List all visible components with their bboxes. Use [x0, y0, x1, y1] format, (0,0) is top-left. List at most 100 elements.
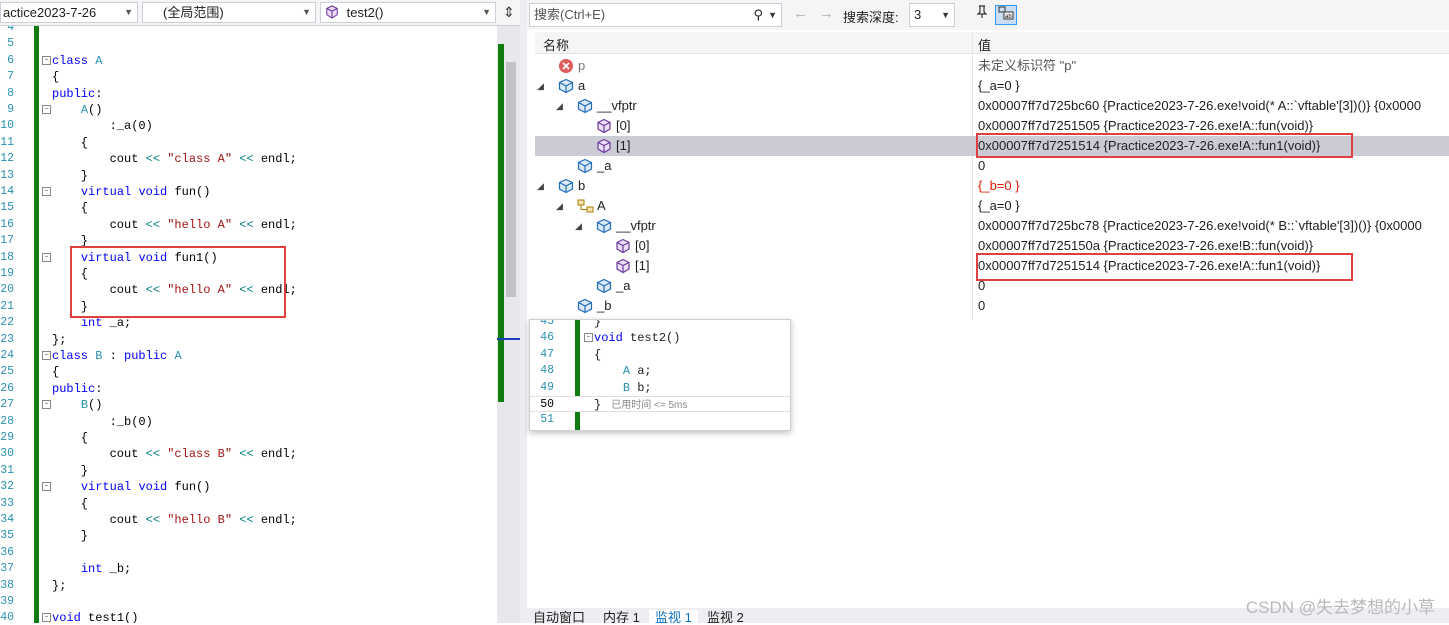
- watch-row[interactable]: _b 0: [535, 296, 1449, 316]
- line-number: 30: [0, 447, 14, 461]
- code-text: cout << "class B" << endl;: [52, 447, 297, 462]
- scrollbar-thumb[interactable]: [506, 62, 516, 297]
- code-text: {: [52, 135, 89, 150]
- back-arrow-icon[interactable]: ←: [793, 6, 808, 22]
- fold-toggle-icon[interactable]: -: [42, 252, 51, 262]
- fold-toggle-icon[interactable]: -: [42, 187, 51, 196]
- object-icon: [577, 158, 593, 174]
- line-number: 4: [7, 26, 14, 34]
- watch-row[interactable]: ◢ __vfptr 0x00007ff7d725bc60 {Practice2023…: [535, 96, 1449, 116]
- member-dropdown[interactable]: test2() ▼: [320, 2, 496, 23]
- code-line[interactable]: 30 cout << "class B" << endl;: [0, 446, 497, 462]
- code-line[interactable]: 8 public:: [0, 86, 497, 102]
- search-icon[interactable]: ⚲: [753, 4, 763, 26]
- peek-code-line: 51: [530, 412, 790, 428]
- line-number: 23: [0, 332, 14, 346]
- watch-row[interactable]: ◢ __vfptr 0x00007ff7d725bc78 {Practice2023…: [535, 216, 1449, 236]
- line-number: 33: [0, 496, 14, 510]
- watch-row[interactable]: ◢ A {_a=0 }: [535, 196, 1449, 216]
- fold-toggle-icon[interactable]: -: [42, 105, 51, 114]
- watch-row[interactable]: ◢ b {_b=0 }: [535, 176, 1449, 196]
- code-text: :_b(0): [52, 414, 153, 429]
- watch-row[interactable]: _a 0: [535, 156, 1449, 176]
- panel-splitter[interactable]: [520, 0, 527, 623]
- fold-toggle-icon[interactable]: -: [42, 482, 51, 492]
- code-line[interactable]: 13 }: [0, 168, 497, 184]
- code-line[interactable]: 29 {: [0, 430, 497, 446]
- code-line[interactable]: 6 - class A: [0, 53, 497, 69]
- code-line[interactable]: 35 }: [0, 528, 497, 544]
- column-value-header[interactable]: 值: [978, 35, 991, 54]
- fold-toggle-icon[interactable]: -: [42, 55, 51, 65]
- code-text: }: [52, 529, 89, 544]
- code-line[interactable]: 26 public:: [0, 381, 497, 397]
- code-line[interactable]: 4: [0, 26, 497, 36]
- code-text: cout << "hello B" << endl;: [52, 513, 297, 527]
- code-line[interactable]: 11 {: [0, 135, 497, 151]
- pin-icon[interactable]: [971, 5, 993, 25]
- expand-triangle-icon[interactable]: ◢: [556, 96, 566, 116]
- forward-arrow-icon[interactable]: →: [819, 6, 834, 22]
- line-number: 15: [0, 201, 14, 215]
- line-number: 17: [0, 234, 14, 248]
- line-number: 10: [0, 119, 14, 133]
- search-depth-select[interactable]: 3 ▼: [909, 3, 955, 27]
- line-number: 34: [0, 513, 14, 526]
- line-number: 8: [7, 86, 14, 100]
- code-line[interactable]: 9 - A(): [0, 102, 497, 118]
- fold-toggle-icon[interactable]: -: [42, 613, 51, 623]
- scrollbar-caret-marker: [497, 338, 520, 340]
- code-line[interactable]: 28 :_b(0): [0, 414, 497, 430]
- code-line[interactable]: 12 cout << "class A" << endl;: [0, 151, 497, 167]
- code-line[interactable]: 24 - class B : public A: [0, 348, 497, 364]
- peek-code-line: 48 A a;: [530, 363, 790, 379]
- code-line[interactable]: 31 }: [0, 463, 497, 479]
- expand-triangle-icon[interactable]: ◢: [575, 216, 585, 236]
- code-line[interactable]: 37 int _b;: [0, 561, 497, 577]
- expand-triangle-icon[interactable]: ◢: [537, 176, 547, 196]
- code-line[interactable]: 34 cout << "hello B" << endl;: [0, 512, 497, 528]
- code-line[interactable]: 38};: [0, 578, 497, 594]
- code-line[interactable]: 15 {: [0, 200, 497, 216]
- line-number: 12: [0, 152, 14, 166]
- watch-row[interactable]: ◢ a {_a=0 }: [535, 76, 1449, 96]
- code-line[interactable]: 23};: [0, 332, 497, 348]
- chevron-down-icon[interactable]: ▼: [768, 4, 777, 26]
- watch-row[interactable]: p 未定义标识符 "p": [535, 56, 1449, 76]
- fold-toggle-icon[interactable]: -: [584, 333, 593, 343]
- code-line[interactable]: 39: [0, 594, 497, 610]
- code-line[interactable]: 33 {: [0, 496, 497, 512]
- chevron-down-icon: ▼: [482, 7, 491, 17]
- code-text: class B : public A: [52, 349, 182, 363]
- code-line[interactable]: 14 - virtual void fun(): [0, 184, 497, 200]
- fold-toggle-icon[interactable]: -: [42, 351, 51, 360]
- column-name-header[interactable]: 名称: [543, 35, 569, 54]
- fold-toggle-icon[interactable]: -: [42, 400, 51, 410]
- line-number: 27: [0, 398, 14, 412]
- line-number: 47: [540, 347, 554, 361]
- code-line[interactable]: 27 - B(): [0, 397, 497, 413]
- split-window-icon[interactable]: ⇕: [502, 3, 516, 21]
- expand-triangle-icon[interactable]: ◢: [556, 196, 566, 216]
- expand-triangle-icon[interactable]: ◢: [537, 76, 547, 96]
- code-editor[interactable]: actice2023-7-26 ▼ (全局范围) ▼ test2() ▼ ⇕ 4…: [0, 0, 520, 623]
- code-text: A(): [80, 103, 103, 117]
- code-text-area[interactable]: 4 5 6- class A 7{8 public: 9- A() 10 :_a(0) 11 {…: [0, 26, 497, 623]
- code-line[interactable]: 32 - virtual void fun(): [0, 479, 497, 495]
- base-class-icon: [577, 198, 594, 214]
- code-line[interactable]: 40 - void test1(): [0, 610, 497, 623]
- scope-dropdown[interactable]: (全局范围) ▼: [142, 2, 316, 23]
- hex-display-icon[interactable]: ab: [995, 5, 1017, 25]
- project-dropdown[interactable]: actice2023-7-26 ▼: [0, 2, 138, 23]
- code-highlight-box: [70, 246, 286, 318]
- code-line[interactable]: 5: [0, 36, 497, 52]
- code-line[interactable]: 10 :_a(0): [0, 118, 497, 134]
- line-number: 40: [0, 611, 14, 623]
- peek-code-line: 45}: [530, 320, 790, 330]
- code-line[interactable]: 36: [0, 545, 497, 561]
- code-text: {: [52, 431, 89, 445]
- code-line[interactable]: 16 cout << "hello A" << endl;: [0, 217, 497, 233]
- search-input[interactable]: 搜索(Ctrl+E) ⚲ ▼: [529, 3, 782, 27]
- code-line[interactable]: 7{: [0, 69, 497, 85]
- code-line[interactable]: 25 {: [0, 364, 497, 380]
